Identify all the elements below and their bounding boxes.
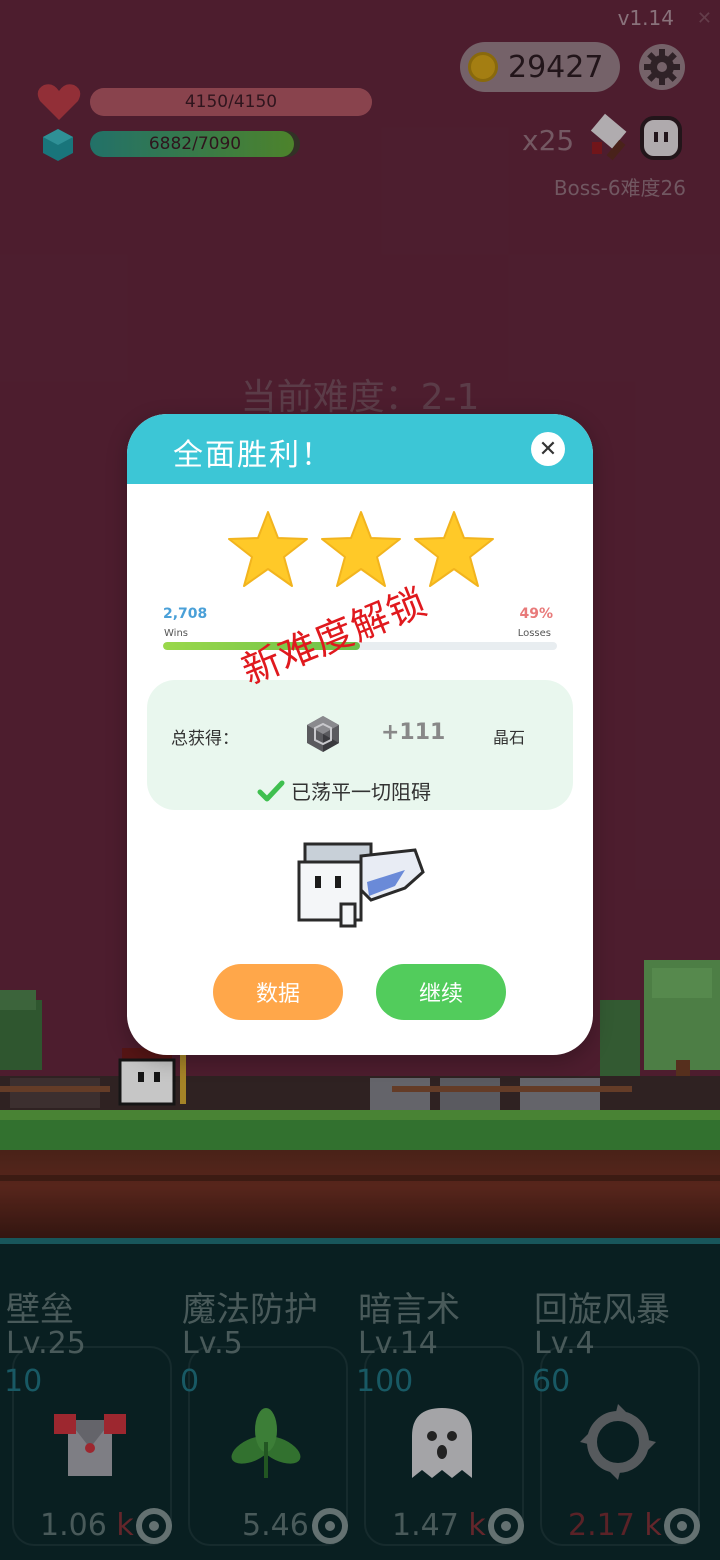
- skill-cost: 60: [532, 1364, 571, 1399]
- grass-edge: [0, 1110, 720, 1120]
- coin-counter: 29427: [460, 42, 620, 92]
- crystal-icon: [307, 716, 339, 752]
- skill-name: 暗言术: [358, 1290, 460, 1330]
- stats-button[interactable]: 数据: [213, 964, 343, 1020]
- settings-gear-icon[interactable]: [638, 43, 686, 91]
- skill-level: Lv.4: [534, 1326, 595, 1361]
- skill-slot-magic-shield[interactable]: 魔法防护 Lv.5 0 5.46: [176, 1282, 352, 1560]
- star-icon: [414, 511, 494, 587]
- close-button[interactable]: ✕: [531, 432, 565, 466]
- reward-amount: +111: [381, 720, 446, 745]
- losses-label: Losses: [517, 628, 551, 639]
- cooldown-icon: [312, 1508, 348, 1544]
- cooldown-icon: [136, 1508, 172, 1544]
- skill-slot-whirlwind[interactable]: 回旋风暴 Lv.4 60 2.17 k: [528, 1282, 704, 1560]
- victory-dialog: 全面胜利！ ✕ 2,708 Wins 49% Losses 总获得： +111 …: [127, 414, 593, 1055]
- heart-icon: [37, 84, 81, 120]
- star-icon: [321, 511, 401, 587]
- skill-slot-shadow-word[interactable]: 暗言术 Lv.14 100 1.47 k: [352, 1282, 528, 1560]
- skill-level: Lv.25: [6, 1326, 86, 1361]
- skill-panel-border: [0, 1238, 720, 1244]
- skill-level: Lv.5: [182, 1326, 243, 1361]
- skill-name: 壁垒: [6, 1290, 74, 1330]
- speed-multiplier: x25: [522, 124, 575, 157]
- star-rating: [127, 510, 593, 590]
- mana-text: 6882/7090: [148, 134, 242, 154]
- ghost-box-icon[interactable]: [638, 114, 684, 160]
- dirt-stripe: [0, 1175, 720, 1181]
- skill-cost: 0: [180, 1364, 200, 1399]
- skill-value: 2.17 k: [568, 1508, 662, 1543]
- dialog-header: 全面胜利！ ✕: [127, 414, 593, 484]
- corner-mark: ✕: [696, 8, 712, 29]
- game-scene: v1.14 ✕ 29427 4150/4150 6882/7090 x25 Bo…: [0, 0, 720, 1560]
- cooldown-icon: [664, 1508, 700, 1544]
- dirt-ground: [0, 1150, 720, 1240]
- reward-label: 总获得：: [171, 729, 239, 749]
- hero-sprite: [297, 842, 425, 928]
- star-icon: [228, 511, 308, 587]
- mana-crystal-icon: [43, 129, 73, 161]
- armor-icon: [54, 1414, 126, 1476]
- wins-value: 2,708: [163, 606, 208, 622]
- reward-unit: 晶石: [493, 728, 526, 747]
- cooldown-icon: [488, 1508, 524, 1544]
- leaf-icon: [231, 1408, 301, 1478]
- continue-button[interactable]: 继续: [376, 964, 506, 1020]
- version-label: v1.14: [617, 6, 674, 30]
- skill-value: 1.47 k: [392, 1508, 486, 1543]
- boss-level-label: Boss-6难度26: [553, 176, 686, 200]
- mana-bar: 6882/7090: [90, 131, 300, 157]
- hp-bar: 4150/4150: [90, 88, 372, 116]
- skill-cost: 10: [4, 1364, 43, 1399]
- skill-value: 5.46: [242, 1508, 309, 1543]
- hp-text: 4150/4150: [184, 92, 278, 112]
- skill-cost: 100: [356, 1364, 414, 1399]
- current-difficulty-label: 当前难度：2-1: [240, 377, 480, 418]
- skill-slot-bulwark[interactable]: 壁垒 Lv.25 10 1.06 k: [0, 1282, 176, 1560]
- check-icon: [257, 780, 285, 801]
- skill-name: 回旋风暴: [534, 1290, 670, 1330]
- whirlwind-icon: [580, 1404, 656, 1480]
- clear-text: 已荡平一切阻碍: [291, 780, 431, 804]
- clear-status: 已荡平一切阻碍: [257, 776, 431, 805]
- skill-value: 1.06 k: [40, 1508, 134, 1543]
- wins-label: Wins: [164, 628, 188, 639]
- reward-panel: 总获得： +111 晶石 已荡平一切阻碍: [147, 680, 573, 810]
- losses-value: 49%: [519, 606, 553, 622]
- coin-value: 29427: [508, 49, 604, 85]
- skill-level: Lv.14: [358, 1326, 438, 1361]
- coin-icon: [468, 52, 498, 82]
- ghost-icon: [412, 1408, 472, 1478]
- dialog-title: 全面胜利！: [173, 438, 333, 473]
- cleaver-icon[interactable]: [584, 112, 636, 164]
- skill-name: 魔法防护: [182, 1290, 318, 1330]
